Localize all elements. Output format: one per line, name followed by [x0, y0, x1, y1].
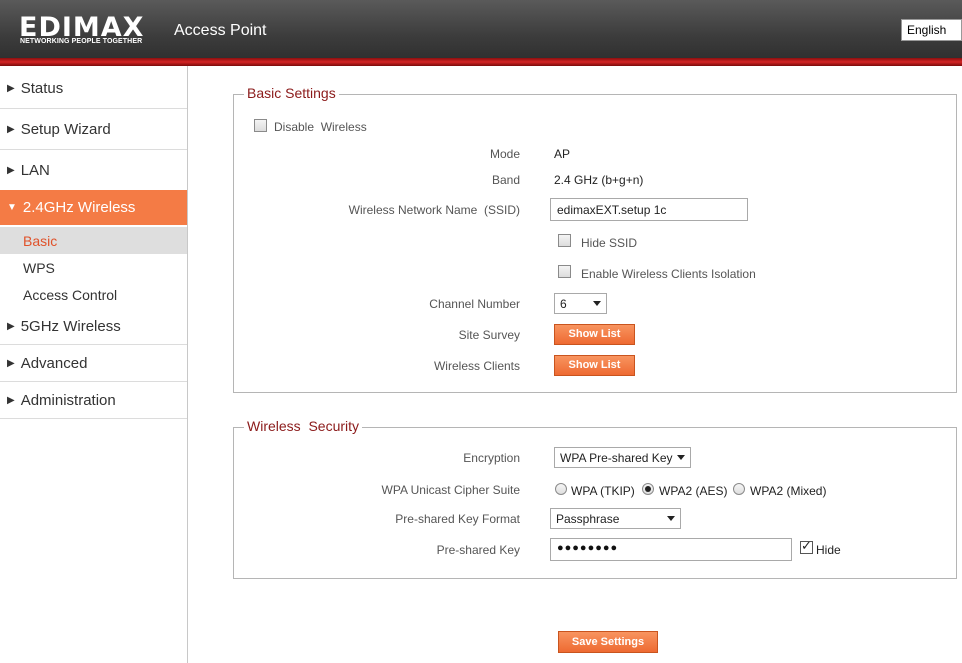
sidebar-subitem-basic[interactable]: Basic: [0, 227, 187, 254]
sidebar-subitem-label: Access Control: [23, 286, 118, 303]
ssid-input[interactable]: [550, 198, 748, 221]
caret-down-icon: [677, 455, 685, 460]
channel-value: 6: [560, 297, 567, 311]
edimax-logo: EDIMAX: [19, 12, 145, 43]
mode-label: Mode: [489, 147, 520, 161]
channel-label: Channel Number: [429, 297, 520, 311]
sidebar-item-24ghz-wireless[interactable]: ▼ 2.4GHz Wireless: [0, 190, 187, 225]
wireless-clients-label: Wireless Clients: [433, 359, 520, 373]
key-format-label: Pre-shared Key Format: [395, 512, 520, 526]
sidebar-item-status[interactable]: ▶ Status: [0, 68, 187, 109]
preshared-key-label: Pre-shared Key: [436, 543, 520, 557]
cipher-wpa2-aes-label: WPA2 (AES): [659, 484, 728, 498]
caret-down-icon: [667, 516, 675, 521]
encryption-label: Encryption: [463, 451, 520, 465]
site-survey-show-list-button[interactable]: Show List: [554, 324, 635, 345]
sidebar-item-label: 5GHz Wireless: [20, 317, 121, 335]
cipher-wpa2-mixed-radio[interactable]: [733, 483, 745, 495]
wireless-security-legend: Wireless Security: [244, 418, 363, 434]
chevron-right-icon: ▶: [7, 394, 15, 406]
chevron-right-icon: ▶: [7, 123, 15, 135]
cipher-wpa2-aes-radio[interactable]: [642, 483, 654, 495]
ssid-label: Wireless Network Name (SSID): [348, 203, 520, 217]
sidebar: ▶ Status ▶ Setup Wizard ▶ LAN ▼ 2.4GHz W…: [0, 66, 188, 663]
chevron-right-icon: ▶: [7, 164, 15, 176]
encryption-value: WPA Pre-shared Key: [560, 451, 673, 465]
band-value: 2.4 GHz (b+g+n): [554, 173, 644, 187]
sidebar-subitem-wps[interactable]: WPS: [0, 254, 187, 281]
hide-key-label: Hide: [816, 543, 841, 557]
sidebar-item-setup-wizard[interactable]: ▶ Setup Wizard: [0, 109, 187, 150]
sidebar-item-lan[interactable]: ▶ LAN: [0, 150, 187, 191]
sidebar-item-advanced[interactable]: ▶ Advanced: [0, 345, 187, 382]
chevron-down-icon: ▼: [7, 202, 17, 213]
sidebar-item-label: Status: [20, 79, 64, 97]
preshared-key-input[interactable]: ●●●●●●●●: [550, 538, 792, 561]
sidebar-item-label: Advanced: [20, 354, 88, 372]
client-isolation-label: Enable Wireless Clients Isolation: [581, 267, 756, 281]
sidebar-item-label: Administration: [20, 391, 116, 409]
sidebar-item-label: Setup Wizard: [20, 120, 111, 138]
basic-settings-legend: Basic Settings: [244, 85, 339, 101]
language-select[interactable]: English: [901, 19, 962, 41]
header-bar: EDIMAX NETWORKING PEOPLE TOGETHER Access…: [0, 0, 962, 66]
wireless-clients-show-list-button[interactable]: Show List: [554, 355, 635, 376]
cipher-wpa2-mixed-label: WPA2 (Mixed): [750, 484, 827, 498]
hide-ssid-label: Hide SSID: [581, 236, 638, 250]
site-survey-label: Site Survey: [458, 328, 520, 342]
chevron-right-icon: ▶: [7, 82, 15, 94]
sidebar-item-5ghz-wireless[interactable]: ▶ 5GHz Wireless: [0, 308, 187, 345]
channel-select[interactable]: 6: [554, 293, 607, 314]
disable-wireless-checkbox[interactable]: [254, 119, 267, 132]
cipher-wpa-tkip-radio[interactable]: [555, 483, 567, 495]
caret-down-icon: [593, 301, 601, 306]
page-title: Access Point: [174, 22, 267, 39]
logo-tagline: NETWORKING PEOPLE TOGETHER: [20, 38, 143, 45]
band-label: Band: [491, 173, 520, 187]
header-divider: [0, 58, 962, 66]
sidebar-item-label: 2.4GHz Wireless: [22, 199, 136, 216]
sidebar-item-label: LAN: [20, 161, 50, 179]
sidebar-item-administration[interactable]: ▶ Administration: [0, 382, 187, 419]
key-format-value: Passphrase: [556, 512, 620, 526]
client-isolation-checkbox[interactable]: [558, 265, 571, 278]
cipher-wpa-tkip-label: WPA (TKIP): [571, 484, 635, 498]
sidebar-subitem-label: WPS: [23, 259, 55, 276]
sidebar-subitem-access-control[interactable]: Access Control: [0, 281, 187, 308]
save-settings-button[interactable]: Save Settings: [558, 631, 658, 653]
cipher-suite-label: WPA Unicast Cipher Suite: [381, 483, 521, 497]
hide-ssid-checkbox[interactable]: [558, 234, 571, 247]
hide-key-checkbox[interactable]: [800, 539, 813, 554]
chevron-right-icon: ▶: [7, 357, 15, 369]
mode-value: AP: [554, 147, 571, 161]
key-format-select[interactable]: Passphrase: [550, 508, 681, 529]
encryption-select[interactable]: WPA Pre-shared Key: [554, 447, 691, 468]
sidebar-subitem-label: Basic: [23, 232, 58, 249]
chevron-right-icon: ▶: [7, 320, 15, 332]
disable-wireless-label: Disable Wireless: [274, 120, 367, 134]
